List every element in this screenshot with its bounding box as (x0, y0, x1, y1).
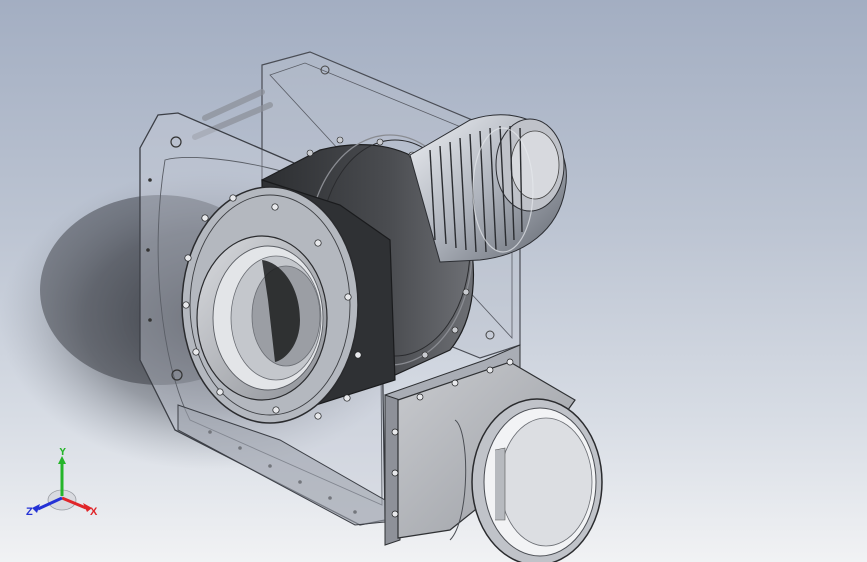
y-axis-label: Y (59, 448, 67, 458)
coordinate-triad: Y X Z (20, 446, 110, 528)
outlet-duct (384, 344, 603, 562)
graphics-viewport[interactable]: Y X Z (0, 0, 867, 562)
x-axis-label: X (90, 506, 98, 518)
z-axis-label: Z (26, 506, 33, 518)
model-render[interactable] (0, 0, 867, 562)
